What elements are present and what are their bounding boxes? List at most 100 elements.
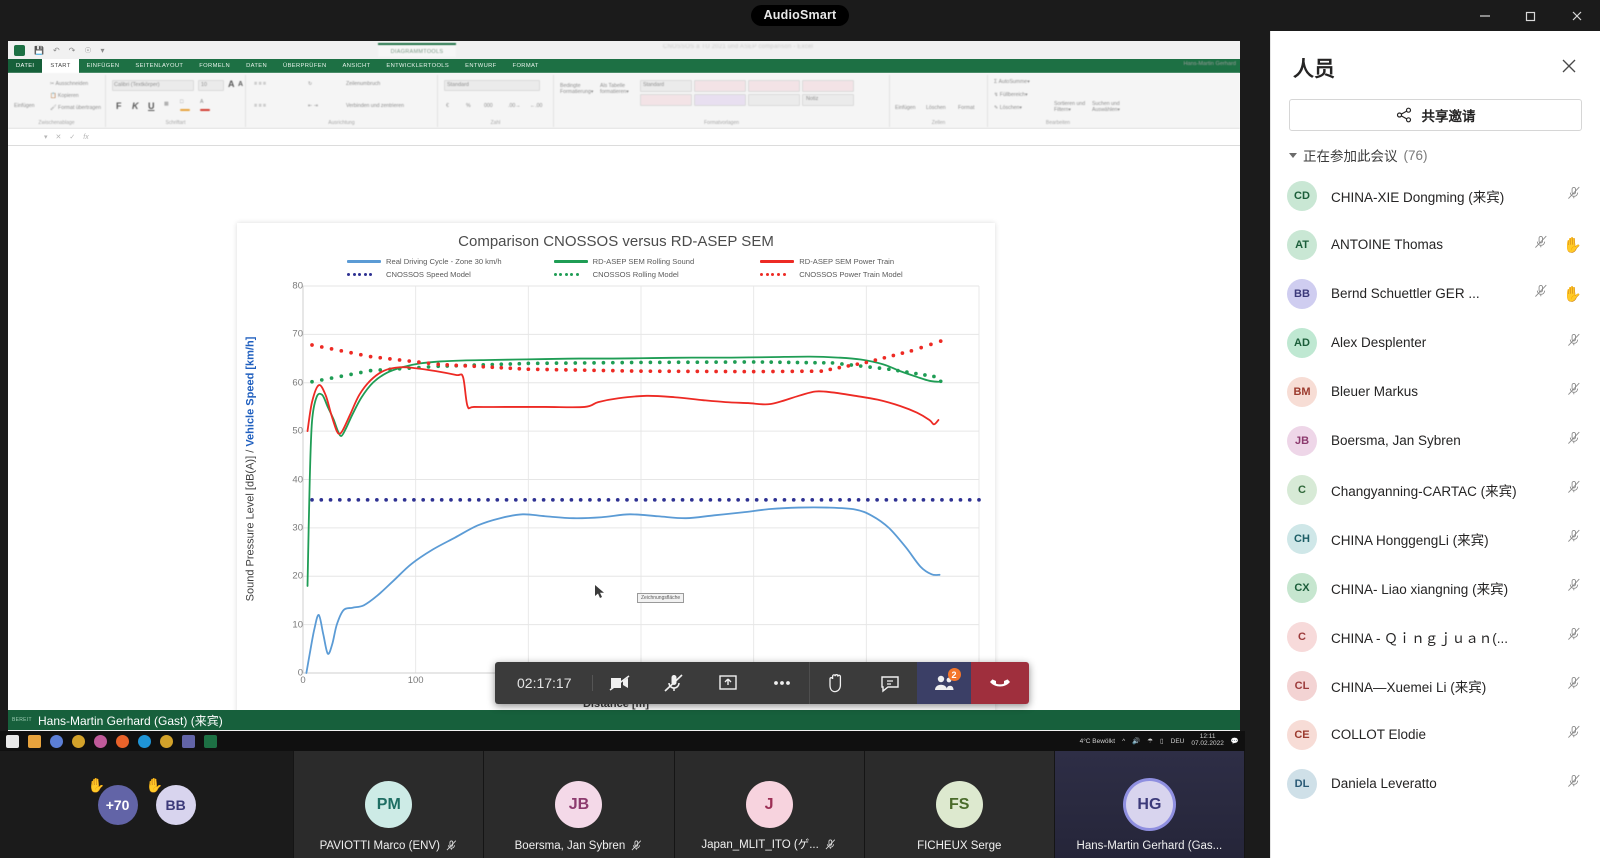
confirm-edit-icon[interactable]: ✓: [69, 133, 75, 141]
battery-icon[interactable]: ▯: [1160, 737, 1164, 745]
mute-toggle[interactable]: [1566, 675, 1582, 696]
excel-ribbon[interactable]: Einfügen ✂ Ausschneiden 📋 Kopieren 🖌 For…: [8, 73, 1240, 129]
close-icon[interactable]: [1560, 57, 1578, 80]
volume-icon[interactable]: 🔊: [1132, 737, 1140, 745]
bold-button[interactable]: F: [116, 101, 122, 111]
find-select-button[interactable]: Suchen undAuswählen▾: [1092, 101, 1120, 113]
mute-toggle[interactable]: [1533, 234, 1549, 255]
participants-section-header[interactable]: 正在参加此会议 (76): [1271, 131, 1600, 171]
ribbon-tab-entwurf[interactable]: ENTWURF: [457, 59, 504, 73]
ribbon-tab-datei[interactable]: DATEI: [8, 59, 42, 73]
save-icon[interactable]: 💾: [34, 46, 44, 55]
format-cells-button[interactable]: Format: [958, 105, 974, 111]
style-chip[interactable]: Notiz: [806, 96, 818, 102]
sort-filter-button[interactable]: Sortieren undFiltern▾: [1054, 101, 1085, 113]
close-icon[interactable]: [1554, 0, 1600, 31]
borders-icon[interactable]: ▦: [164, 101, 169, 107]
excel-worksheet[interactable]: Comparison CNOSSOS versus RD-ASEP SEM Re…: [8, 146, 1240, 710]
participant-row[interactable]: CCHINA - Ｑｉｎｇｊｕａｎ(...: [1277, 612, 1594, 661]
edge-icon[interactable]: [138, 735, 151, 748]
network-icon[interactable]: ☂: [1147, 737, 1153, 745]
mute-toggle[interactable]: [1566, 185, 1582, 206]
excel-formula-bar[interactable]: ▾ ✕ ✓ fx: [8, 129, 1240, 146]
meeting-control-bar[interactable]: 02:17:17: [495, 662, 1029, 704]
participant-row[interactable]: ATANTOINE Thomas ✋: [1277, 220, 1594, 269]
app-icon-3[interactable]: [160, 735, 173, 748]
mute-toggle[interactable]: [1566, 430, 1582, 451]
mute-toggle[interactable]: [1566, 626, 1582, 647]
mic-off-button[interactable]: [647, 662, 701, 704]
participant-status-icons[interactable]: [1566, 773, 1582, 794]
shared-screen-excel[interactable]: 💾 ↶ ↷ ☉ ▾ DIAGRAMMTOOLS CNOSSOS a TU 202…: [8, 41, 1240, 750]
people-button[interactable]: 2: [917, 662, 971, 704]
mute-toggle[interactable]: [1533, 283, 1549, 304]
participant-row[interactable]: BMBleuer Markus: [1277, 367, 1594, 416]
ribbon-tab-format[interactable]: FORMAT: [505, 59, 547, 73]
italic-button[interactable]: K: [132, 101, 139, 111]
clock[interactable]: 12:11 07.02.2022: [1191, 734, 1224, 748]
paste-button[interactable]: Einfügen: [14, 103, 34, 109]
share-screen-button[interactable]: [701, 662, 755, 704]
font-name-input[interactable]: Calibri (Textkörper): [114, 82, 160, 88]
ribbon-tab-ueberpruefen[interactable]: ÜBERPRÜFEN: [275, 59, 334, 73]
maximize-icon[interactable]: [1508, 0, 1554, 31]
participant-tile[interactable]: JJapan_MLIT_ITO (ゲ...: [675, 751, 865, 858]
ribbon-tab-ansicht[interactable]: ANSICHT: [335, 59, 379, 73]
language-indicator[interactable]: DEU: [1171, 738, 1185, 745]
mute-toggle[interactable]: [1566, 724, 1582, 745]
windows-taskbar[interactable]: 4°C Bewölkt ^ 🔊 ☂ ▯ DEU 12:11 07.02.2022…: [0, 731, 1245, 751]
participant-row[interactable]: DLDaniela Leveratto: [1277, 759, 1594, 808]
weather-status[interactable]: 4°C Bewölkt: [1080, 738, 1115, 745]
font-size-input[interactable]: 10: [201, 82, 207, 88]
ribbon-tab-einfuegen[interactable]: EINFÜGEN: [79, 59, 128, 73]
file-explorer-icon[interactable]: [28, 735, 41, 748]
participant-status-icons[interactable]: [1566, 675, 1582, 696]
participant-status-icons[interactable]: [1566, 626, 1582, 647]
ribbon-tab-formeln[interactable]: FORMELN: [191, 59, 238, 73]
participant-status-icons[interactable]: [1566, 381, 1582, 402]
fill-color-icon[interactable]: □: [180, 99, 183, 105]
participant-status-icons[interactable]: ✋: [1533, 283, 1582, 304]
participant-status-icons[interactable]: [1566, 528, 1582, 549]
insert-function-icon[interactable]: fx: [83, 134, 88, 141]
participant-row[interactable]: ADAlex Desplenter: [1277, 318, 1594, 367]
mute-toggle[interactable]: [1566, 528, 1582, 549]
ribbon-tab-daten[interactable]: DATEN: [238, 59, 275, 73]
teams-icon[interactable]: [182, 735, 195, 748]
start-button-icon[interactable]: [6, 735, 19, 748]
conditional-format-button[interactable]: BedingteFormatierung▾: [560, 83, 593, 95]
participant-status-icons[interactable]: [1566, 479, 1582, 500]
style-chip[interactable]: Standard: [643, 82, 664, 88]
system-tray[interactable]: 4°C Bewölkt ^ 🔊 ☂ ▯ DEU 12:11 07.02.2022…: [1080, 731, 1243, 751]
fill-button[interactable]: ↯ Füllbereich▾: [994, 92, 1028, 98]
hang-up-button[interactable]: [971, 662, 1029, 704]
participant-row[interactable]: CXCHINA- Liao xiangning (来宾): [1277, 563, 1594, 612]
participant-tile[interactable]: FSFICHEUX Serge: [865, 751, 1055, 858]
autosum-button[interactable]: Σ AutoSumme▾: [994, 79, 1030, 85]
number-format-select[interactable]: Standard: [447, 82, 469, 88]
insert-cells-button[interactable]: Einfügen: [895, 105, 915, 111]
app-icon-2[interactable]: [94, 735, 107, 748]
share-invite-button[interactable]: 共享邀请: [1289, 99, 1582, 131]
redo-icon[interactable]: ↷: [69, 46, 76, 55]
participant-tile[interactable]: HGHans-Martin Gerhard (Gas...: [1055, 751, 1245, 858]
overflow-avatar[interactable]: +70✋: [98, 785, 138, 825]
mute-toggle[interactable]: [1566, 332, 1582, 353]
font-color-icon[interactable]: A: [200, 99, 203, 105]
camera-off-button[interactable]: [593, 662, 647, 704]
participant-row[interactable]: CHCHINA HonggengLi (来宾): [1277, 514, 1594, 563]
chat-button[interactable]: [863, 662, 917, 704]
format-painter-button[interactable]: 🖌 Format übertragen: [50, 105, 101, 111]
participant-list[interactable]: CDCHINA-XIE Dongming (来宾) ATANTOINE Thom…: [1271, 171, 1600, 808]
cancel-edit-icon[interactable]: ✕: [56, 133, 62, 141]
excel-taskbar-icon[interactable]: [204, 735, 217, 748]
excel-ribbon-tabs[interactable]: DATEI START EINFÜGEN SEITENLAYOUT FORMEL…: [8, 59, 1240, 73]
participant-status-icons[interactable]: [1566, 332, 1582, 353]
merge-center-button[interactable]: Verbinden und zentrieren: [346, 103, 404, 109]
ribbon-tab-start[interactable]: START: [42, 59, 78, 73]
chart-object[interactable]: Comparison CNOSSOS versus RD-ASEP SEM Re…: [237, 223, 995, 718]
notifications-icon[interactable]: 💬: [1231, 737, 1239, 745]
raise-hand-button[interactable]: [809, 662, 863, 704]
participant-row[interactable]: JBBoersma, Jan Sybren: [1277, 416, 1594, 465]
minimize-icon[interactable]: [1462, 0, 1508, 31]
